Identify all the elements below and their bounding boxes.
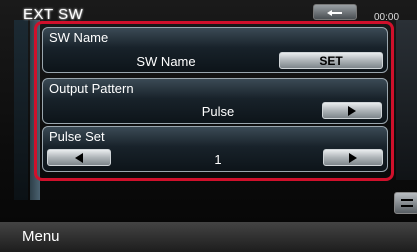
left-panel	[14, 20, 28, 200]
bottom-bar	[0, 222, 417, 252]
back-arrow-icon	[327, 8, 343, 16]
right-strip	[396, 20, 417, 180]
list-toggle-button[interactable]	[394, 192, 417, 214]
screen: EXT SW 00:00 SW Name SW Name SET Output …	[0, 0, 417, 252]
highlight-frame	[34, 21, 394, 181]
menu-button[interactable]: Menu	[22, 228, 60, 245]
list-icon	[400, 199, 413, 207]
back-button[interactable]	[313, 4, 357, 20]
